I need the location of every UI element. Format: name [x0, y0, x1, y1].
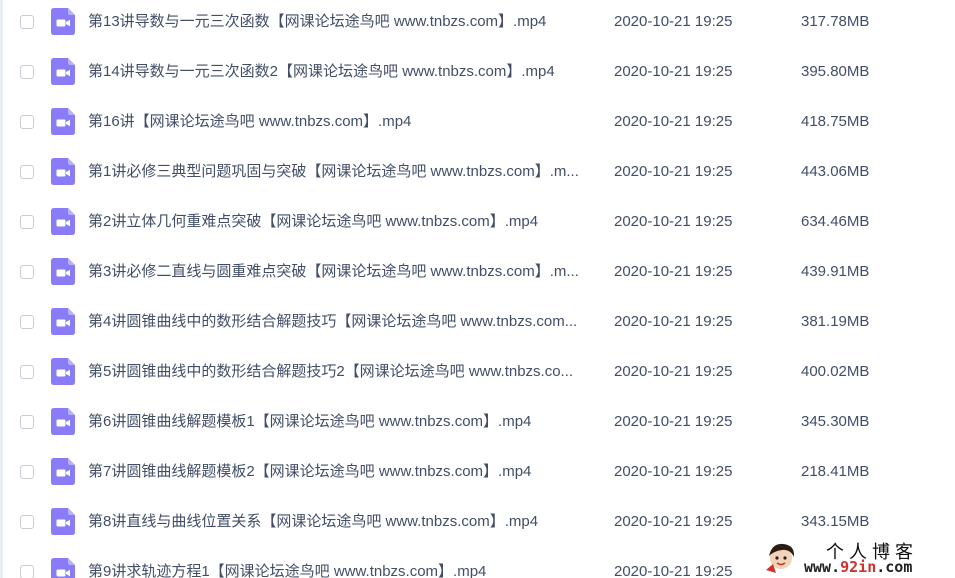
video-file-icon [51, 58, 75, 85]
file-date: 2020-10-21 19:25 [614, 113, 733, 130]
row-checkbox[interactable] [20, 265, 34, 279]
file-name[interactable]: 第5讲圆锥曲线中的数形结合解题技巧2【网课论坛途鸟吧 www.tnbzs.co.… [88, 362, 596, 382]
file-row[interactable]: 第4讲圆锥曲线中的数形结合解题技巧【网课论坛途鸟吧 www.tnbzs.com.… [0, 300, 955, 350]
file-date: 2020-10-21 19:25 [614, 513, 733, 530]
row-checkbox[interactable] [20, 465, 34, 479]
row-checkbox[interactable] [20, 115, 34, 129]
file-list-page: 第13讲导数与一元三次函数【网课论坛途鸟吧 www.tnbzs.com】.mp4… [0, 0, 955, 578]
file-size: 317.78MB [801, 13, 870, 30]
file-name[interactable]: 第8讲直线与曲线位置关系【网课论坛途鸟吧 www.tnbzs.com】.mp4 [88, 512, 596, 532]
row-checkbox[interactable] [20, 15, 34, 29]
file-row[interactable]: 第16讲【网课论坛途鸟吧 www.tnbzs.com】.mp4 2020-10-2… [0, 100, 955, 150]
file-name[interactable]: 第4讲圆锥曲线中的数形结合解题技巧【网课论坛途鸟吧 www.tnbzs.com.… [88, 312, 596, 332]
row-checkbox[interactable] [20, 365, 34, 379]
avatar-icon [766, 543, 795, 573]
file-row[interactable]: 第3讲必修二直线与圆重难点突破【网课论坛途鸟吧 www.tnbzs.com】.m… [0, 250, 955, 300]
file-row[interactable]: 第13讲导数与一元三次函数【网课论坛途鸟吧 www.tnbzs.com】.mp4… [0, 0, 955, 50]
file-size: 439.91MB [801, 263, 870, 280]
video-file-icon [51, 358, 75, 385]
video-file-icon [51, 108, 75, 135]
file-row[interactable]: 第7讲圆锥曲线解题模板2【网课论坛途鸟吧 www.tnbzs.com】.mp4 2… [0, 450, 955, 500]
file-name[interactable]: 第16讲【网课论坛途鸟吧 www.tnbzs.com】.mp4 [88, 112, 596, 132]
file-size: 418.75MB [801, 113, 870, 130]
video-file-icon [51, 558, 75, 578]
file-name[interactable]: 第9讲求轨迹方程1【网课论坛途鸟吧 www.tnbzs.com】.mp4 [88, 562, 596, 578]
video-file-icon [51, 458, 75, 485]
row-checkbox[interactable] [20, 415, 34, 429]
file-list: 第13讲导数与一元三次函数【网课论坛途鸟吧 www.tnbzs.com】.mp4… [0, 0, 955, 578]
file-date: 2020-10-21 19:25 [614, 463, 733, 480]
file-name[interactable]: 第13讲导数与一元三次函数【网课论坛途鸟吧 www.tnbzs.com】.mp4 [88, 12, 596, 32]
file-date: 2020-10-21 19:25 [614, 63, 733, 80]
video-file-icon [51, 8, 75, 35]
file-date: 2020-10-21 19:25 [614, 413, 733, 430]
file-size: 218.41MB [801, 463, 870, 480]
file-date: 2020-10-21 19:25 [614, 263, 733, 280]
file-name[interactable]: 第6讲圆锥曲线解题模板1【网课论坛途鸟吧 www.tnbzs.com】.mp4 [88, 412, 596, 432]
file-row[interactable]: 第6讲圆锥曲线解题模板1【网课论坛途鸟吧 www.tnbzs.com】.mp4 2… [0, 400, 955, 450]
file-row[interactable]: 第14讲导数与一元三次函数2【网课论坛途鸟吧 www.tnbzs.com】.mp… [0, 50, 955, 100]
watermark-url-accent: 92in [840, 558, 877, 576]
watermark: 个人博客 www.92in.com [760, 536, 955, 578]
watermark-url-prefix: www. [804, 558, 841, 576]
video-file-icon [51, 258, 75, 285]
file-row[interactable]: 第2讲立体几何重难点突破【网课论坛途鸟吧 www.tnbzs.com】.mp4 2… [0, 200, 955, 250]
row-checkbox[interactable] [20, 165, 34, 179]
video-file-icon [51, 408, 75, 435]
file-row[interactable]: 第1讲必修三典型问题巩固与突破【网课论坛途鸟吧 www.tnbzs.com】.m… [0, 150, 955, 200]
file-name[interactable]: 第2讲立体几何重难点突破【网课论坛途鸟吧 www.tnbzs.com】.mp4 [88, 212, 596, 232]
video-file-icon [51, 158, 75, 185]
watermark-url: www.92in.com [804, 558, 912, 576]
file-size: 343.15MB [801, 513, 870, 530]
file-name[interactable]: 第7讲圆锥曲线解题模板2【网课论坛途鸟吧 www.tnbzs.com】.mp4 [88, 462, 596, 482]
row-checkbox[interactable] [20, 315, 34, 329]
file-date: 2020-10-21 19:25 [614, 13, 733, 30]
file-row[interactable]: 第5讲圆锥曲线中的数形结合解题技巧2【网课论坛途鸟吧 www.tnbzs.co.… [0, 350, 955, 400]
file-size: 381.19MB [801, 313, 870, 330]
video-file-icon [51, 508, 75, 535]
file-name[interactable]: 第1讲必修三典型问题巩固与突破【网课论坛途鸟吧 www.tnbzs.com】.m… [88, 162, 596, 182]
file-name[interactable]: 第14讲导数与一元三次函数2【网课论坛途鸟吧 www.tnbzs.com】.mp… [88, 62, 596, 82]
row-checkbox[interactable] [20, 65, 34, 79]
file-name[interactable]: 第3讲必修二直线与圆重难点突破【网课论坛途鸟吧 www.tnbzs.com】.m… [88, 262, 596, 282]
row-checkbox[interactable] [20, 215, 34, 229]
file-size: 443.06MB [801, 163, 870, 180]
file-date: 2020-10-21 19:25 [614, 163, 733, 180]
video-file-icon [51, 308, 75, 335]
row-checkbox[interactable] [20, 515, 34, 529]
video-file-icon [51, 208, 75, 235]
file-size: 400.02MB [801, 363, 870, 380]
file-size: 345.30MB [801, 413, 870, 430]
row-checkbox[interactable] [20, 565, 34, 578]
file-size: 634.46MB [801, 213, 870, 230]
file-date: 2020-10-21 19:25 [614, 363, 733, 380]
file-date: 2020-10-21 19:25 [614, 563, 733, 578]
file-date: 2020-10-21 19:25 [614, 213, 733, 230]
file-date: 2020-10-21 19:25 [614, 313, 733, 330]
watermark-url-suffix: .com [876, 558, 913, 576]
file-size: 395.80MB [801, 63, 870, 80]
